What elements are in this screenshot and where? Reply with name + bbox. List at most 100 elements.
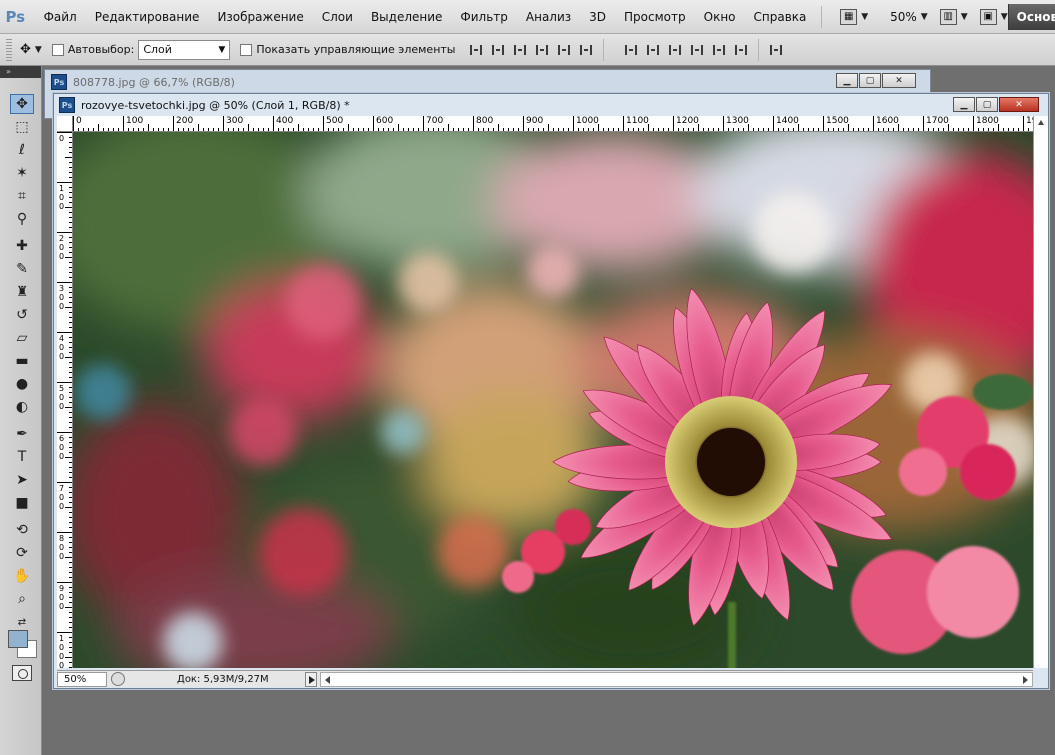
document-window-active[interactable]: Ps rozovye-tsvetochki.jpg @ 50% (Слой 1,… [53,93,1049,689]
ruler-tick-label: 6 0 0 [57,432,72,461]
path-select-icon[interactable]: ➤ [10,470,34,490]
status-info-icon[interactable] [111,672,125,686]
minimize-icon[interactable]: ▁ [836,73,858,88]
quick-select-icon[interactable]: ✶ [10,163,34,183]
orbit-3d-icon[interactable]: ⟳ [10,543,34,563]
move-icon[interactable]: ✥ [20,42,31,57]
distribute-left-icon[interactable] [687,41,707,59]
close-icon[interactable]: ✕ [882,73,916,88]
lasso-icon[interactable]: ℓ [10,140,34,160]
ruler-tick-label: 7 0 0 [57,482,72,511]
align-left-icon[interactable] [532,41,552,59]
gradient-icon[interactable]: ▬ [10,351,34,371]
menu-help[interactable]: Справка [745,10,816,24]
crop-icon[interactable]: ⌗ [10,186,34,206]
ruler-tick-text: 3 0 0 [59,284,65,311]
autoselect-target-select[interactable]: Слой ▼ [138,39,231,60]
close-icon[interactable]: ✕ [999,97,1039,112]
menu-view[interactable]: Просмотр [615,10,695,24]
workspace-switcher-button[interactable]: Основна [1007,3,1055,30]
align-hcenter-icon[interactable] [554,41,574,59]
move-icon[interactable]: ✥ [10,94,34,114]
type-icon[interactable]: T [10,447,34,467]
swap-colors-icon[interactable]: ⇄ [10,612,34,632]
menu-window[interactable]: Окно [695,10,745,24]
menu-filter[interactable]: Фильтр [451,10,516,24]
chevron-down-icon[interactable]: ▼ [961,12,968,22]
align-bottom-icon[interactable] [510,41,530,59]
rotate-3d-icon[interactable]: ⟲ [10,520,34,540]
tools-panel-header[interactable]: » [0,66,41,78]
status-menu-arrow-icon[interactable] [305,671,317,687]
zoom-level-readout[interactable]: 50% [890,10,917,24]
chevron-down-icon[interactable]: ▼ [35,45,42,55]
distribute-right-icon[interactable] [731,41,751,59]
maximize-icon[interactable]: ▢ [859,73,881,88]
ruler-tick-text: 1800 [976,116,999,126]
ruler-tick-text: 0 [59,134,65,143]
vertical-ruler[interactable]: 0 1 0 0 2 0 0 3 0 0 4 0 0 5 0 0 6 0 0 7 0 0 8 0 … [57,132,73,668]
hand-icon[interactable]: ✋ [10,566,34,586]
zoom-icon[interactable]: ⌕ [10,589,34,609]
brush-icon[interactable]: ✎ [10,259,34,279]
menu-edit[interactable]: Редактирование [86,10,209,24]
ruler-tick-label: 1600 [873,116,899,131]
quick-mask-button[interactable] [12,665,32,681]
menu-layers[interactable]: Слои [313,10,362,24]
distribute-top-icon[interactable] [621,41,641,59]
menu-file[interactable]: Файл [35,10,86,24]
menu-select[interactable]: Выделение [362,10,451,24]
ruler-tick-text: 1000 [576,116,599,126]
healing-brush-icon[interactable]: ✚ [10,236,34,256]
dodge-icon[interactable]: ◐ [10,397,34,417]
chevron-down-icon[interactable]: ▼ [861,12,868,22]
distribute-hcenter-icon[interactable] [709,41,729,59]
align-vcenter-icon[interactable] [488,41,508,59]
ruler-origin[interactable] [57,116,73,132]
distribute-buttons [620,41,752,59]
minimize-icon[interactable]: ▁ [953,97,975,112]
foreground-color-swatch[interactable] [8,630,28,648]
ruler-tick-label: 100 [123,116,143,131]
options-grip[interactable] [6,38,12,61]
distribute-vcenter-icon[interactable] [643,41,663,59]
align-right-icon[interactable] [576,41,596,59]
horizontal-ruler[interactable]: 0 100 200 300 400 500 600 700 800 900 1000 1100 1200… [73,116,1033,132]
image-canvas[interactable] [73,132,1033,668]
chevron-down-icon[interactable]: ▼ [921,12,928,22]
clone-stamp-icon[interactable]: ♜ [10,282,34,302]
ps-document-icon: Ps [51,74,67,90]
eraser-icon[interactable]: ▱ [10,328,34,348]
arrange-documents-icon[interactable]: ▥ [939,8,957,25]
vertical-scrollbar[interactable] [1033,116,1048,668]
document-title-bar[interactable]: Ps 808778.jpg @ 66,7% (RGB/8) [51,73,235,91]
rectangle-shape-icon[interactable]: ■ [10,493,34,513]
auto-align-layers-icon[interactable] [766,41,786,59]
menu-image[interactable]: Изображение [208,10,312,24]
document-title-bar[interactable]: Ps rozovye-tsvetochki.jpg @ 50% (Слой 1,… [59,96,350,114]
window-controls: ▁ ▢ ✕ [952,97,1039,112]
blur-icon[interactable]: ● [10,374,34,394]
menu-analysis[interactable]: Анализ [517,10,580,24]
screen-mode-full-icon[interactable]: ▣ [979,8,997,25]
horizontal-scrollbar[interactable] [320,671,1033,687]
chevron-down-icon[interactable]: ▼ [1001,12,1008,22]
pen-icon[interactable]: ✒ [10,424,34,444]
ruler-tick-text: 1500 [826,116,849,126]
menu-3d[interactable]: 3D [580,10,615,24]
screen-mode-icon[interactable]: ▦ [840,8,858,25]
zoom-input[interactable]: 50% [57,671,107,687]
ruler-tick-text: 5 0 0 [59,384,65,411]
maximize-icon[interactable]: ▢ [976,97,998,112]
ruler-tick-text: 1900 [1026,116,1033,126]
ruler-tick-label: 5 0 0 [57,382,72,411]
eyedropper-icon[interactable]: ⚲ [10,209,34,229]
rect-marquee-icon[interactable]: ⬚ [10,117,34,137]
history-brush-icon[interactable]: ↺ [10,305,34,325]
align-top-icon[interactable] [466,41,486,59]
ruler-tick-text: 500 [326,116,344,126]
ruler-tick-text: 1100 [626,116,649,126]
autoselect-checkbox[interactable] [51,43,64,56]
distribute-bottom-icon[interactable] [665,41,685,59]
show-controls-checkbox[interactable] [240,43,253,56]
